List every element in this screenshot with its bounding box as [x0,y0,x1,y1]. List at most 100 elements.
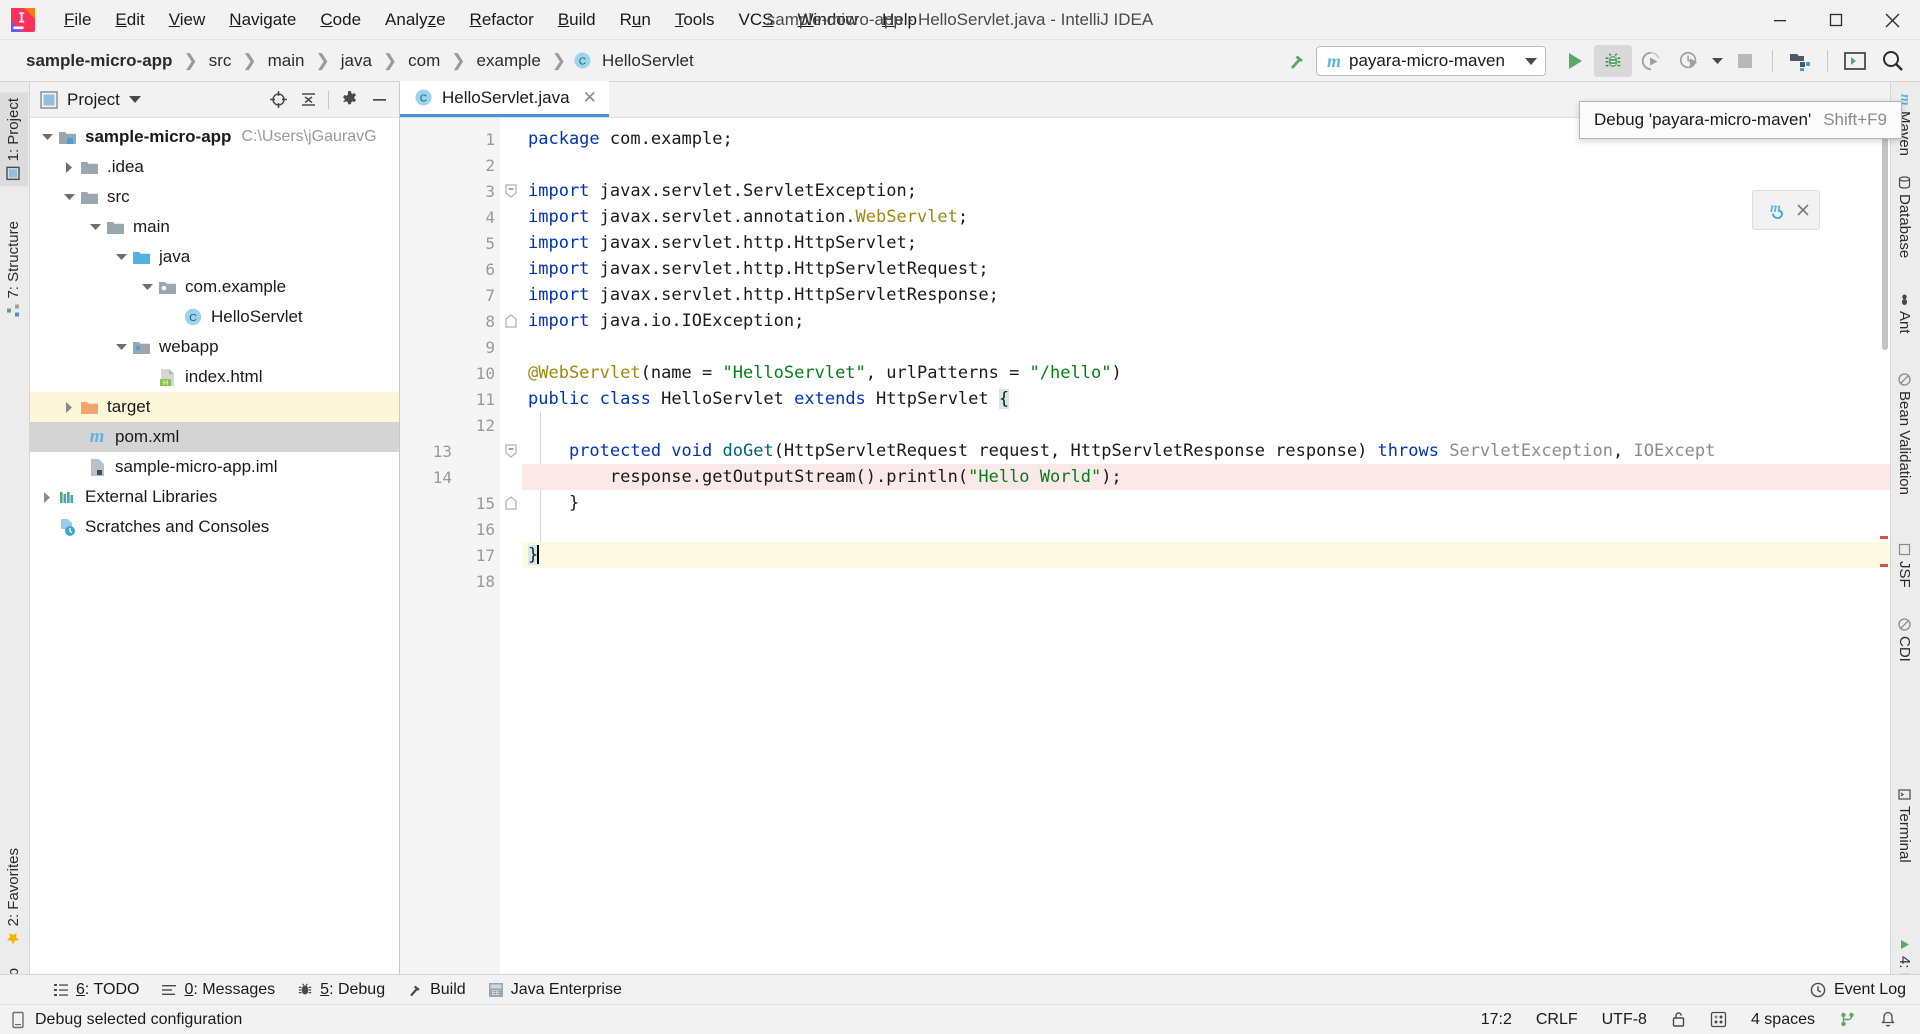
run-button[interactable] [1556,45,1594,77]
tool-window-java-enterprise[interactable]: EE Java Enterprise [477,978,633,1002]
chevron-down-icon[interactable] [60,193,78,201]
profile-dropdown-arrow[interactable] [1708,57,1726,65]
chevron-right-icon[interactable] [38,491,56,503]
line-separator[interactable]: CRLF [1524,1009,1590,1031]
chevron-down-icon[interactable] [112,343,130,351]
editor-gutter[interactable]: 1 2 3 4 5 6 7 8 9 10 11 12 13 14 15 16 1… [400,118,500,982]
project-tree[interactable]: sample-micro-app C:\Users\jGauravG .idea… [30,118,399,982]
breadcrumb-item-main[interactable]: main [264,49,309,73]
tree-node-webapp[interactable]: webapp [30,332,399,362]
menu-vcs[interactable]: VCS [727,6,786,34]
fold-region-method-start[interactable] [500,438,522,464]
tree-node-java[interactable]: java [30,242,399,272]
tree-node-index-html[interactable]: H index.html [30,362,399,392]
profile-button[interactable] [1670,45,1708,77]
editor-fold-column[interactable] [500,118,522,982]
menu-build[interactable]: Build [546,6,608,34]
breadcrumb-item-class[interactable]: HelloServlet [598,49,698,73]
close-icon[interactable] [1796,203,1810,217]
indent-setting[interactable]: 4 spaces [1739,1009,1827,1031]
tree-node-target[interactable]: target [30,392,399,422]
tree-node-idea[interactable]: .idea [30,152,399,182]
inspections-icon[interactable] [1698,1009,1739,1030]
sidebar-item-database[interactable]: Database [1889,170,1920,264]
crosshair-target-icon[interactable] [264,86,292,114]
breadcrumb-item-src[interactable]: src [205,49,236,73]
tree-node-pom-xml[interactable]: m pom.xml [30,422,399,452]
chevron-down-icon[interactable] [86,223,104,231]
menu-refactor[interactable]: Refactor [458,6,546,34]
caret-position[interactable]: 17:2 [1469,1009,1524,1031]
unlock-icon[interactable] [1659,1009,1698,1030]
editor-vertical-scrollbar[interactable] [1880,118,1890,982]
chevron-down-icon[interactable] [112,253,130,261]
sidebar-item-favorites[interactable]: 2: Favorites [0,842,28,951]
close-button[interactable] [1864,0,1920,40]
fold-region-imports-start[interactable] [500,178,522,204]
sidebar-item-project[interactable]: 1: Project [0,92,28,187]
tree-node-src[interactable]: src [30,182,399,212]
chevron-right-icon[interactable] [60,161,78,173]
chevron-down-icon[interactable] [38,133,56,141]
maven-reload-icon[interactable]: m [1762,198,1786,222]
chevron-down-icon[interactable] [138,283,156,291]
menu-code[interactable]: Code [308,6,373,34]
tool-window-messages[interactable]: 0: Messages [150,978,286,1002]
minus-icon[interactable] [365,86,393,114]
chevron-right-icon[interactable] [60,401,78,413]
code-text-area[interactable]: package com.example; import javax.servle… [522,118,1890,982]
breadcrumb-item-example[interactable]: example [473,49,545,73]
menu-navigate[interactable]: Navigate [217,6,308,34]
breadcrumb-item-com[interactable]: com [404,49,444,73]
tree-node-com-example[interactable]: com.example [30,272,399,302]
bell-icon[interactable] [1868,1009,1908,1030]
hammer-build-icon[interactable] [1278,45,1316,77]
sidebar-item-terminal[interactable]: Terminal [1889,782,1920,869]
maven-reload-notification[interactable]: m [1752,190,1820,230]
minimize-button[interactable] [1752,0,1808,40]
menu-view[interactable]: View [157,6,218,34]
tool-window-build[interactable]: Build [396,978,477,1002]
tree-node-sample-micro-app[interactable]: sample-micro-app C:\Users\jGauravG [30,122,399,152]
search-everywhere-button[interactable] [1874,45,1912,77]
maximize-button[interactable] [1808,0,1864,40]
tree-node-helloservlet[interactable]: C HelloServlet [30,302,399,332]
menu-tools[interactable]: Tools [663,6,727,34]
menu-help[interactable]: Help [870,6,929,34]
breadcrumb-item-java[interactable]: java [337,49,376,73]
fold-region-method-end[interactable] [500,490,522,516]
tree-node-iml[interactable]: sample-micro-app.iml [30,452,399,482]
debug-button[interactable] [1594,45,1632,77]
collapse-all-icon[interactable] [294,86,322,114]
menu-window[interactable]: Window [786,6,870,34]
error-stripe-marker[interactable] [1880,536,1888,539]
sidebar-item-cdi[interactable]: CDI [1889,612,1920,668]
tool-window-debug[interactable]: 5: Debug [286,978,396,1002]
tab-helloservlet-java[interactable]: C HelloServlet.java ✕ [400,81,609,117]
menu-run[interactable]: Run [608,6,663,34]
menu-analyze[interactable]: Analyze [373,6,458,34]
close-icon[interactable]: ✕ [583,88,597,108]
menu-file[interactable]: FFileile [52,6,103,34]
tree-node-external-libraries[interactable]: External Libraries [30,482,399,512]
sidebar-item-structure[interactable]: 7: Structure [0,215,28,324]
tool-window-todo[interactable]: 6: TODO [42,978,150,1002]
sidebar-item-ant[interactable]: Ant [1889,287,1920,340]
file-encoding[interactable]: UTF-8 [1590,1009,1659,1031]
fold-region-imports-end[interactable] [500,308,522,334]
breadcrumb-item-project[interactable]: sample-micro-app [22,49,176,73]
gear-icon[interactable] [335,86,363,114]
git-branch-icon[interactable] [1827,1009,1868,1030]
run-configuration-selector[interactable]: m payara-micro-maven [1316,46,1546,76]
chevron-down-icon[interactable] [128,95,141,104]
sidebar-item-bean-validation[interactable]: Bean Validation [1889,367,1920,501]
tree-node-main[interactable]: main [30,212,399,242]
run-with-coverage-button[interactable] [1632,45,1670,77]
terminal-window-icon[interactable] [1836,45,1874,77]
error-stripe-marker[interactable] [1880,564,1888,567]
tree-node-scratches-and-consoles[interactable]: Scratches and Consoles [30,512,399,542]
project-structure-button[interactable] [1781,45,1819,77]
code-editor[interactable]: 1 2 3 4 5 6 7 8 9 10 11 12 13 14 15 16 1… [400,118,1890,982]
event-log-button[interactable]: Event Log [1810,981,1906,999]
menu-edit[interactable]: Edit [103,6,156,34]
